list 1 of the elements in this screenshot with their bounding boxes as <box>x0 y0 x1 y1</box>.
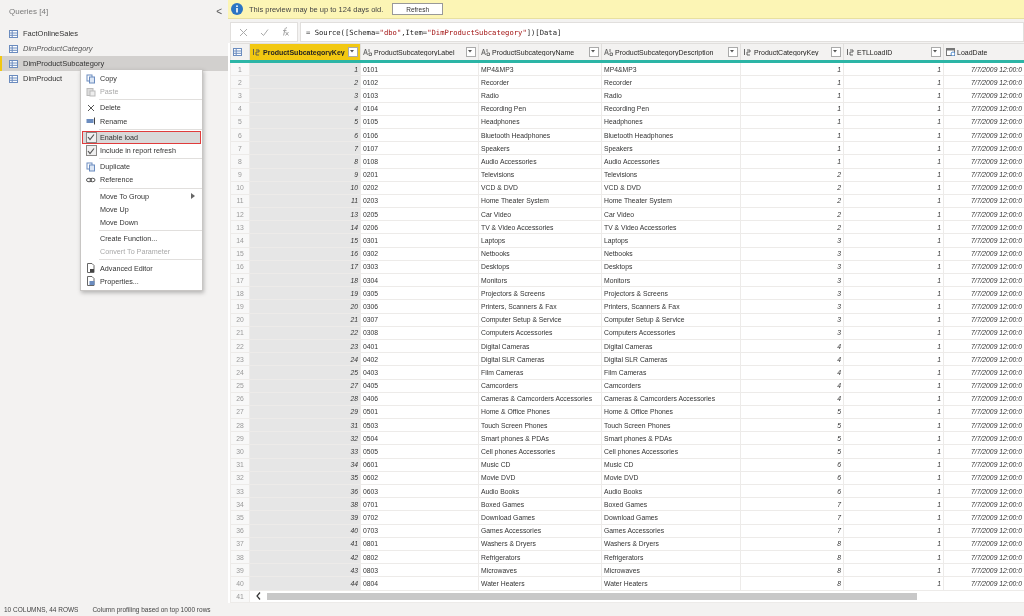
panel-title: Queries [4] <box>9 6 49 16</box>
